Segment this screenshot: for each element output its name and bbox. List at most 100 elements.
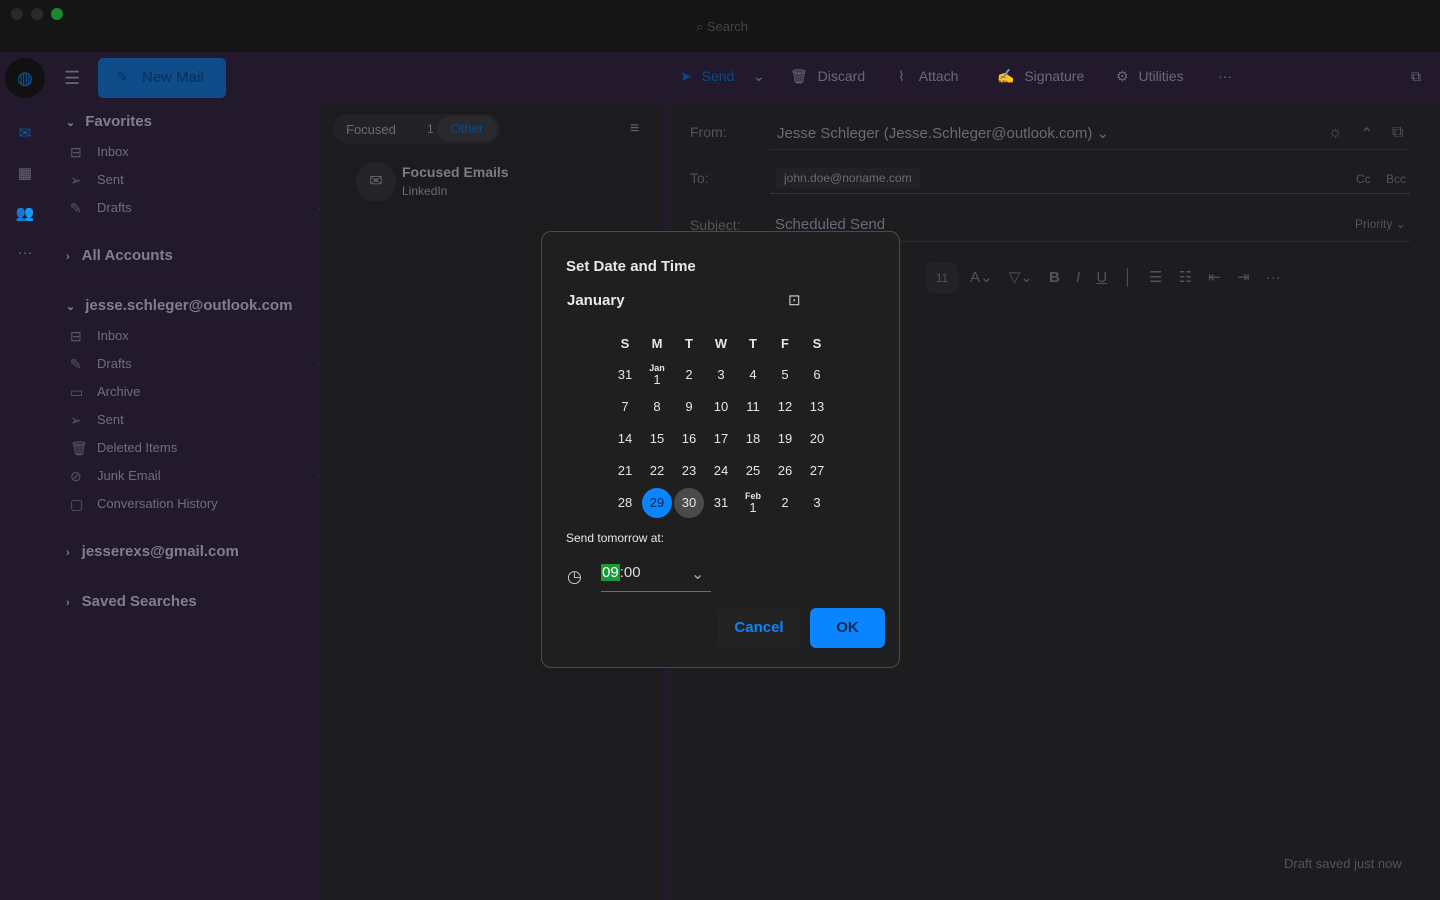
signature-button[interactable]: ✍ Signature <box>997 68 1084 85</box>
folder-item[interactable]: ▭ Archive <box>70 384 310 400</box>
account2-header[interactable]: › jesserexs@gmail.com <box>66 543 239 560</box>
underline-icon[interactable]: U <box>1096 269 1107 286</box>
folder-item[interactable]: ▢ Conversation History <box>70 496 310 512</box>
calendar-day[interactable]: 20 <box>802 424 832 454</box>
calendar-day[interactable]: Jan 1 <box>642 360 672 390</box>
bold-icon[interactable]: B <box>1049 269 1060 286</box>
more-options-button[interactable]: ··· <box>1218 68 1232 84</box>
account-header[interactable]: ⌄ jesse.schleger@outlook.com <box>66 297 292 314</box>
pop-out-icon[interactable]: ⧉ <box>1411 68 1421 85</box>
favorites-header[interactable]: ⌄ Favorites <box>66 113 152 130</box>
ok-button[interactable]: OK <box>810 608 885 648</box>
cancel-button[interactable]: Cancel <box>718 608 800 648</box>
avatar[interactable]: ◍ <box>5 58 45 98</box>
calendar-day[interactable]: 29 <box>642 488 672 518</box>
folder-item[interactable]: ✎Drafts1 <box>70 356 324 372</box>
calendar-day[interactable]: 26 <box>770 456 800 486</box>
calendar-day[interactable]: 13 <box>802 392 832 422</box>
calendar-day[interactable]: 2 <box>674 360 704 390</box>
close-window-button[interactable] <box>11 8 23 20</box>
calendar-day[interactable]: 6 <box>802 360 832 390</box>
tab-other[interactable]: Other <box>437 116 497 142</box>
folder-item[interactable]: ⊟ Inbox <box>70 328 310 344</box>
all-accounts-header[interactable]: › All Accounts <box>66 247 173 264</box>
time-minutes[interactable]: :00 <box>620 564 641 581</box>
calendar-day[interactable]: 27 <box>802 456 832 486</box>
numbered-list-icon[interactable]: ☷ <box>1179 269 1192 286</box>
calendar-day[interactable]: 28 <box>610 488 640 518</box>
attach-button[interactable]: ⌇ Attach <box>898 68 958 85</box>
folder-item[interactable]: ✎Drafts1 <box>70 200 324 216</box>
calendar-day[interactable]: 9 <box>674 392 704 422</box>
priority-dropdown[interactable]: Priority ⌄ <box>1355 217 1406 231</box>
discard-button[interactable]: 🗑 Discard <box>790 68 865 85</box>
folder-item[interactable]: ➢ Sent <box>70 172 310 188</box>
pop-out-icon[interactable]: ⧉ <box>1392 124 1403 142</box>
calendar-day[interactable]: 22 <box>642 456 672 486</box>
calendar-day[interactable]: 10 <box>706 392 736 422</box>
calendar-day[interactable]: 5 <box>770 360 800 390</box>
to-field[interactable]: john.doe@noname.com Cc Bcc <box>770 162 1410 194</box>
calendar-day[interactable]: Feb 1 <box>738 488 768 518</box>
calendar-day[interactable]: 8 <box>642 392 672 422</box>
highlight-icon[interactable]: ▽⌄ <box>1009 269 1033 286</box>
folder-item[interactable]: 🗑 Deleted Items <box>70 440 310 456</box>
list-item[interactable]: ✉ Focused Emails LinkedIn <box>356 160 646 204</box>
calendar-day[interactable]: 23 <box>674 456 704 486</box>
calendar-day[interactable]: 24 <box>706 456 736 486</box>
tab-focused[interactable]: Focused <box>346 122 396 137</box>
send-options-chevron-icon[interactable]: ⌄ <box>753 68 765 85</box>
indent-icon[interactable]: ⇥ <box>1237 269 1250 286</box>
more-format-icon[interactable]: ··· <box>1266 269 1281 286</box>
go-to-today-icon[interactable]: ⊡ <box>788 291 801 309</box>
month-label[interactable]: January <box>567 292 625 309</box>
calendar-day[interactable]: 7 <box>610 392 640 422</box>
mail-icon[interactable]: ✉ <box>14 124 36 146</box>
calendar-day[interactable]: 17 <box>706 424 736 454</box>
bcc-button[interactable]: Bcc <box>1386 172 1406 186</box>
utilities-button[interactable]: ⚙ Utilities <box>1116 68 1184 85</box>
folder-item[interactable]: ⊘Junk Email1 <box>70 468 324 484</box>
brightness-icon[interactable]: ☼ <box>1328 124 1343 142</box>
calendar-day[interactable]: 31 <box>706 488 736 518</box>
outdent-icon[interactable]: ⇤ <box>1208 269 1221 286</box>
chevron-down-icon[interactable]: ⌄ <box>691 564 704 584</box>
calendar-day[interactable]: 3 <box>802 488 832 518</box>
calendar-day[interactable]: 4 <box>738 360 768 390</box>
calendar-day[interactable]: 25 <box>738 456 768 486</box>
calendar-day[interactable]: 12 <box>770 392 800 422</box>
time-hour[interactable]: 09 <box>601 564 620 581</box>
bullet-list-icon[interactable]: ☰ <box>1149 269 1162 286</box>
calendar-day[interactable]: 14 <box>610 424 640 454</box>
calendar-icon[interactable]: ▦ <box>14 164 36 186</box>
italic-icon[interactable]: I <box>1076 269 1080 286</box>
more-apps-icon[interactable]: ··· <box>14 244 36 266</box>
saved-searches-header[interactable]: › Saved Searches <box>66 593 197 610</box>
calendar-day[interactable]: 16 <box>674 424 704 454</box>
zoom-window-button[interactable] <box>51 8 63 20</box>
folder-item[interactable]: ⊟ Inbox <box>70 144 310 160</box>
people-icon[interactable]: 👥 <box>14 204 36 226</box>
filter-icon[interactable]: ≡ <box>630 120 639 138</box>
calendar-day[interactable]: 30 <box>674 488 704 518</box>
recipient-chip[interactable]: john.doe@noname.com <box>776 168 920 188</box>
calendar-day[interactable]: 19 <box>770 424 800 454</box>
folder-item[interactable]: ➢ Sent <box>70 412 310 428</box>
font-size-dropdown[interactable]: 11 <box>926 263 958 293</box>
calendar-day[interactable]: 3 <box>706 360 736 390</box>
time-input[interactable]: 09:00 ⌄ <box>601 564 711 592</box>
hamburger-menu-icon[interactable]: ☰ <box>64 68 80 89</box>
calendar-day[interactable]: 21 <box>610 456 640 486</box>
calendar-day[interactable]: 15 <box>642 424 672 454</box>
calendar-day[interactable]: 2 <box>770 488 800 518</box>
cc-button[interactable]: Cc <box>1356 172 1371 186</box>
minimize-window-button[interactable] <box>31 8 43 20</box>
search-input[interactable]: ⌕ Search <box>432 14 1012 40</box>
calendar-day[interactable]: 11 <box>738 392 768 422</box>
calendar-day[interactable]: 31 <box>610 360 640 390</box>
collapse-icon[interactable]: ⌃ <box>1360 124 1373 144</box>
from-selector[interactable]: Jesse Schleger (Jesse.Schleger@outlook.c… <box>777 124 1109 142</box>
calendar-day[interactable]: 18 <box>738 424 768 454</box>
font-color-icon[interactable]: A⌄ <box>970 269 993 286</box>
send-button[interactable]: ➤ Send <box>680 68 734 85</box>
